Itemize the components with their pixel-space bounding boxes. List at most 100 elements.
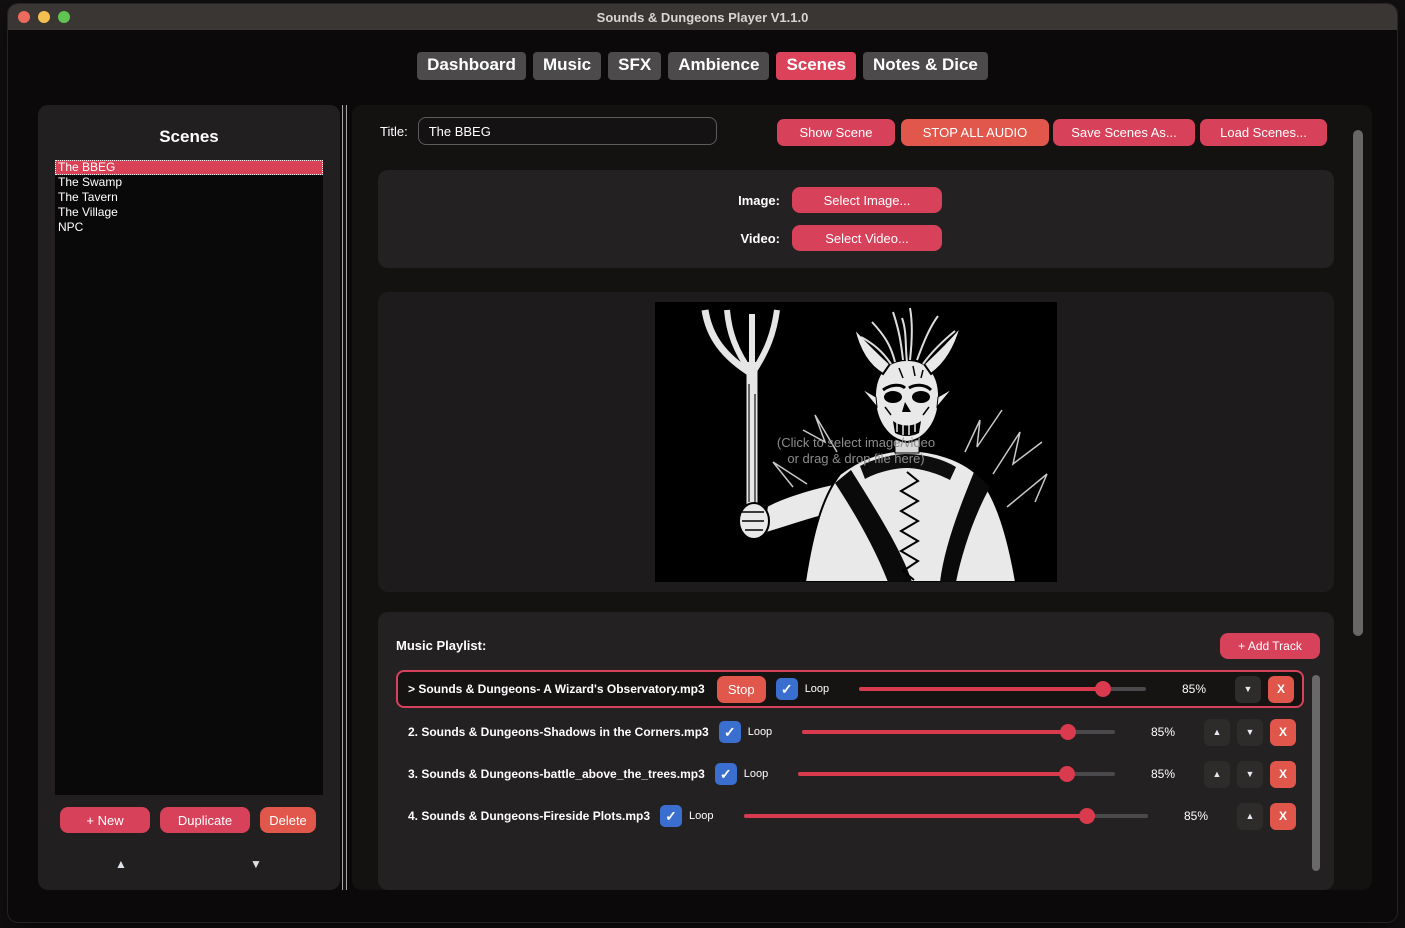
delete-scene-button[interactable]: Delete (260, 807, 316, 833)
sidebar-splitter-handle[interactable] (342, 105, 347, 890)
track-name: 4. Sounds & Dungeons-Fireside Plots.mp3 (408, 809, 651, 823)
scene-list-item[interactable]: The BBEG (55, 160, 323, 175)
loop-checkbox[interactable]: ✓ (775, 678, 798, 700)
volume-slider[interactable] (743, 808, 1148, 824)
video-label: Video: (740, 230, 781, 246)
scene-list-item[interactable]: The Village (55, 205, 323, 220)
loop-checkbox[interactable]: ✓ (718, 721, 741, 743)
volume-slider-thumb[interactable] (1060, 724, 1077, 740)
music-playlist-panel: Music Playlist: + Add Track > Sounds & D… (378, 612, 1334, 890)
traffic-lights (18, 11, 70, 23)
loop-label: Loop (743, 768, 769, 780)
loop-label: Loop (689, 810, 714, 822)
down-arrow-icon: ▼ (250, 857, 262, 871)
move-track-down-button[interactable]: ▼ (1237, 760, 1263, 788)
scene-artwork-demon-illustration (655, 302, 1057, 582)
move-track-down-button[interactable]: ▼ (1235, 675, 1261, 703)
add-track-button[interactable]: + Add Track (1220, 633, 1320, 659)
volume-slider[interactable] (802, 724, 1115, 740)
select-video-button[interactable]: Select Video... (792, 225, 942, 251)
scene-list-item[interactable]: The Swamp (55, 175, 323, 190)
move-track-up-button[interactable]: ▲ (1204, 760, 1230, 788)
load-scenes-button[interactable]: Load Scenes... (1200, 119, 1327, 146)
volume-slider-thumb[interactable] (1094, 681, 1111, 697)
remove-track-button[interactable]: X (1268, 675, 1294, 703)
loop-label: Loop (747, 726, 773, 738)
maximize-button[interactable] (58, 11, 70, 23)
app-window: Sounds & Dungeons Player V1.1.0 Dashboar… (8, 4, 1397, 922)
stop-track-button[interactable]: Stop (716, 675, 766, 703)
scene-list-item[interactable]: NPC (55, 220, 323, 235)
volume-value: 85% (1183, 809, 1208, 823)
track-name: > Sounds & Dungeons- A Wizard's Observat… (408, 682, 705, 696)
track-list: > Sounds & Dungeons- A Wizard's Observat… (396, 670, 1304, 840)
move-track-down-button[interactable]: ▼ (1237, 718, 1263, 746)
checkmark-icon: ✓ (723, 724, 736, 740)
scene-list-item[interactable]: The Tavern (55, 190, 323, 205)
select-image-button[interactable]: Select Image... (792, 187, 942, 213)
tab-button[interactable]: Scenes (776, 52, 856, 80)
volume-slider[interactable] (859, 681, 1146, 697)
volume-value: 85% (1150, 725, 1175, 739)
remove-track-button[interactable]: X (1270, 718, 1296, 746)
loop-label: Loop (804, 683, 830, 695)
remove-track-button[interactable]: X (1270, 760, 1296, 788)
tab-button[interactable]: Ambience (668, 52, 770, 80)
track-row: > Sounds & Dungeons- A Wizard's Observat… (396, 670, 1304, 708)
minimize-button[interactable] (38, 11, 50, 23)
move-scene-down-button[interactable]: ▼ (246, 855, 266, 873)
track-name: 3. Sounds & Dungeons-battle_above_the_tr… (408, 767, 705, 781)
tab-button[interactable]: Dashboard (417, 52, 526, 80)
loop-checkbox[interactable]: ✓ (714, 763, 737, 785)
duplicate-scene-button[interactable]: Duplicate (160, 807, 250, 833)
volume-slider-thumb[interactable] (1079, 808, 1096, 824)
scene-title-row: Title: (380, 117, 717, 145)
playlist-scrollbar[interactable] (1312, 675, 1320, 871)
tab-button[interactable]: Music (532, 52, 602, 80)
main-scrollbar[interactable] (1353, 130, 1363, 636)
scene-image-dropzone[interactable]: (Click to select image/video or drag & d… (378, 292, 1334, 592)
image-label: Image: (738, 192, 780, 208)
save-scenes-button[interactable]: Save Scenes As... (1053, 119, 1195, 146)
image-select-row: Image: Select Image... (730, 187, 942, 213)
move-track-up-button[interactable]: ▲ (1204, 718, 1230, 746)
track-row: 4. Sounds & Dungeons-Fireside Plots.mp3 … (396, 798, 1304, 834)
scenes-sidebar: Scenes The BBEG The Swamp The Tavern The Vi… (38, 105, 340, 890)
scene-title-input[interactable] (417, 117, 717, 145)
remove-track-button[interactable]: X (1270, 802, 1296, 830)
scenes-heading: Scenes (159, 127, 219, 146)
window-title: Sounds & Dungeons Player V1.1.0 (596, 9, 809, 25)
media-select-panel: Image: Select Image... Video: Select Vid… (378, 170, 1334, 268)
scene-list: The BBEG The Swamp The Tavern The Village NP… (55, 160, 323, 795)
loop-checkbox[interactable]: ✓ (660, 805, 683, 827)
stop-all-audio-button[interactable]: STOP ALL AUDIO (901, 119, 1049, 146)
volume-slider-fill (798, 772, 1068, 776)
tab-bar: Dashboard Music SFX Ambience Scenes Notes & D… (8, 52, 1397, 80)
close-button[interactable] (18, 11, 30, 23)
tab-button[interactable]: Notes & Dice (862, 52, 988, 80)
playlist-heading: Music Playlist: (396, 638, 487, 653)
checkmark-icon: ✓ (719, 766, 732, 782)
show-scene-button[interactable]: Show Scene (777, 119, 895, 146)
tab-button[interactable]: SFX (608, 52, 662, 80)
checkmark-icon: ✓ (665, 808, 677, 824)
volume-slider-fill (859, 687, 1103, 691)
video-select-row: Video: Select Video... (730, 225, 942, 251)
title-bar: Sounds & Dungeons Player V1.1.0 (8, 4, 1397, 30)
volume-slider-fill (743, 814, 1088, 818)
move-scene-up-button[interactable]: ▲ (111, 855, 131, 873)
volume-slider-thumb[interactable] (1059, 766, 1076, 782)
app: Sounds & Dungeons Player V1.1.0 Dashboar… (0, 0, 1405, 928)
up-arrow-icon: ▲ (115, 857, 127, 871)
track-row: 2. Sounds & Dungeons-Shadows in the Corn… (396, 714, 1304, 750)
track-name: 2. Sounds & Dungeons-Shadows in the Corn… (408, 725, 709, 739)
title-label: Title: (380, 123, 408, 139)
checkmark-icon: ✓ (780, 681, 793, 697)
track-row: 3. Sounds & Dungeons-battle_above_the_tr… (396, 756, 1304, 792)
volume-value: 85% (1150, 767, 1175, 781)
move-track-up-button[interactable]: ▲ (1237, 802, 1263, 830)
volume-slider[interactable] (798, 766, 1115, 782)
volume-slider-fill (802, 730, 1069, 734)
volume-value: 85% (1181, 682, 1206, 696)
new-scene-button[interactable]: + New (60, 807, 150, 833)
